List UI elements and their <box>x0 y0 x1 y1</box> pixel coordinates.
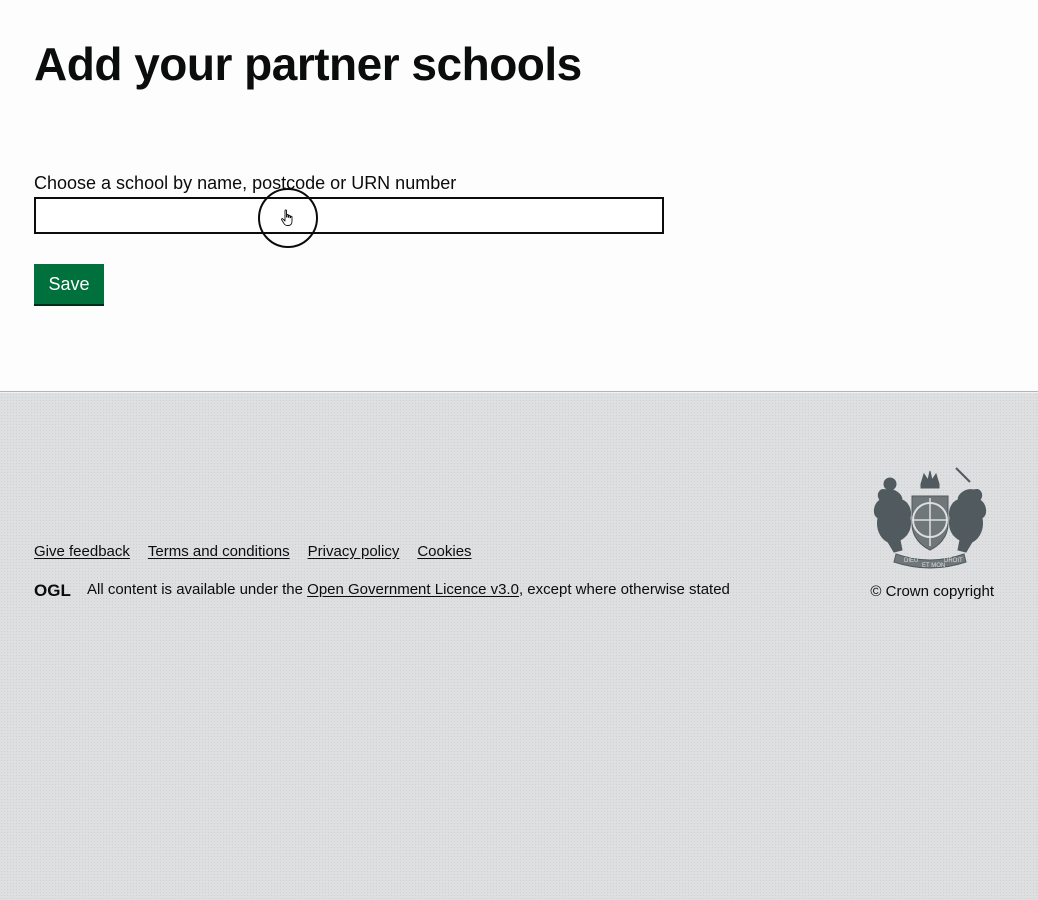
footer-link-privacy[interactable]: Privacy policy <box>308 543 400 560</box>
crest-motto-centre: ET MON <box>922 563 945 569</box>
licence-suffix: , except where otherwise stated <box>518 581 730 598</box>
footer-link-cookies[interactable]: Cookies <box>417 543 471 560</box>
school-search-input[interactable] <box>34 197 664 234</box>
footer-link-give-feedback[interactable]: Give feedback <box>34 543 130 560</box>
save-button[interactable]: Save <box>34 264 104 304</box>
footer-link-terms[interactable]: Terms and conditions <box>148 543 290 560</box>
crest-motto-right: DROIT <box>944 558 963 564</box>
ogl-logo-icon: OGL <box>34 581 71 598</box>
page-title: Add your partner schools <box>34 38 582 90</box>
ogl-logo-text: OGL <box>34 581 71 598</box>
school-search-label: Choose a school by name, postcode or URN… <box>34 173 457 193</box>
crown-copyright[interactable]: © Crown copyright <box>870 583 994 600</box>
site-footer: Give feedback Terms and conditions Priva… <box>0 393 1038 900</box>
licence-prefix: All content is available under the <box>87 581 303 598</box>
crest-motto-left: DIEU <box>904 558 918 564</box>
royal-coat-of-arms-icon: DIEU ET MON DROIT <box>873 467 987 569</box>
licence-statement: OGL All content is available under the O… <box>34 581 730 598</box>
main-content: Add your partner schools Choose a school… <box>0 0 1038 392</box>
footer-links: Give feedback Terms and conditions Priva… <box>34 543 472 560</box>
licence-link[interactable]: Open Government Licence v3.0 <box>307 581 519 598</box>
